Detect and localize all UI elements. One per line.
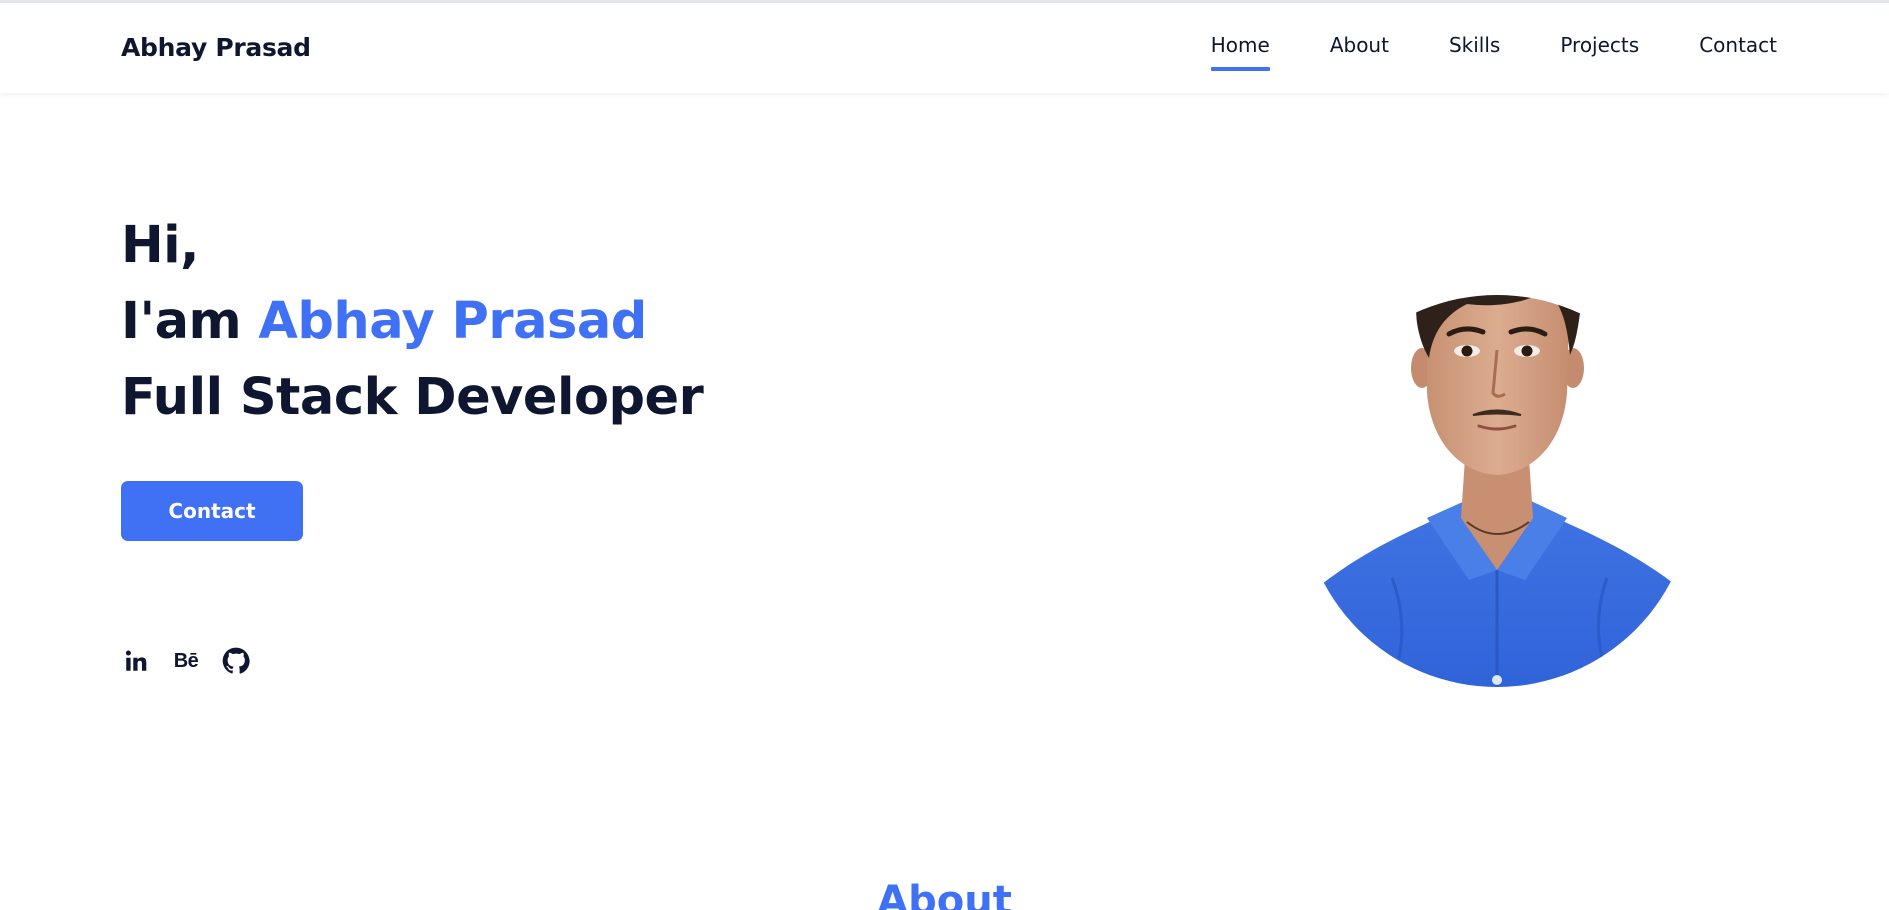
github-link[interactable]: [221, 646, 251, 676]
behance-link[interactable]: Bē: [171, 646, 201, 676]
hero-name: Abhay Prasad: [258, 292, 647, 351]
site-header: Abhay Prasad Home About Skills Projects …: [0, 3, 1889, 93]
hero-title: Hi, I'am Abhay Prasad Full Stack Develop…: [121, 208, 704, 436]
nav-home[interactable]: Home: [1210, 33, 1270, 71]
contact-button[interactable]: Contact: [121, 481, 303, 541]
hero-greeting: Hi,: [121, 216, 200, 275]
linkedin-link[interactable]: [121, 646, 151, 676]
page: Abhay Prasad Home About Skills Projects …: [0, 0, 1889, 910]
hero-intro-prefix: I'am: [121, 292, 242, 351]
nav-skills[interactable]: Skills: [1449, 33, 1500, 71]
site-logo[interactable]: Abhay Prasad: [121, 33, 311, 62]
hero-role: Full Stack Developer: [121, 368, 704, 427]
linkedin-icon: [125, 650, 147, 671]
nav-contact[interactable]: Contact: [1699, 33, 1777, 71]
behance-icon: Bē: [173, 649, 199, 672]
github-icon: [222, 647, 250, 674]
main-nav: Home About Skills Projects Contact: [1210, 33, 1777, 71]
nav-projects[interactable]: Projects: [1560, 33, 1639, 71]
profile-photo: [1301, 295, 1693, 687]
hero-intro-line: I'am Abhay Prasad: [121, 284, 703, 360]
about-heading: About: [877, 878, 1012, 910]
nav-about[interactable]: About: [1330, 33, 1389, 71]
social-links: Bē: [121, 646, 251, 676]
